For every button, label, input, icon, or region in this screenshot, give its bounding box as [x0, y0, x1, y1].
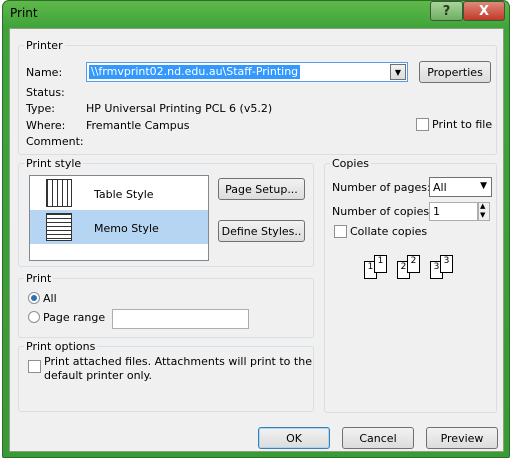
number-of-copies-input[interactable]: 1	[429, 202, 478, 221]
comment-label: Comment:	[26, 135, 84, 148]
number-of-copies-label: Number of copies:	[332, 205, 433, 218]
page-setup-button[interactable]: Page Setup...	[218, 178, 305, 200]
print-to-file-checkbox[interactable]	[416, 118, 429, 131]
collate-page-icon: 2	[407, 255, 420, 273]
page-range-label: Page range	[43, 311, 106, 324]
collate-page-icon: 3	[440, 255, 453, 273]
spin-up-icon[interactable]: ▲	[480, 202, 485, 210]
all-radio[interactable]	[28, 292, 40, 304]
chevron-down-icon[interactable]: ▼	[480, 181, 487, 191]
style-item-table[interactable]: Table Style	[30, 176, 208, 210]
number-of-copies-value: 1	[433, 205, 440, 218]
printer-group-label: Printer	[24, 39, 65, 52]
print-to-file-label: Print to file	[432, 118, 493, 131]
memo-style-icon	[46, 213, 72, 241]
table-style-icon	[46, 179, 72, 207]
type-label: Type:	[26, 102, 55, 115]
help-button[interactable]: ?	[430, 1, 463, 21]
number-of-pages-select[interactable]: All ▼	[429, 177, 492, 197]
chevron-down-icon[interactable]: ▼	[390, 64, 406, 80]
preview-button[interactable]: Preview	[426, 427, 498, 449]
status-label: Status:	[26, 86, 65, 99]
dialog-body: Printer Name: \\frmvprint02.nd.edu.au\St…	[9, 28, 504, 452]
type-value: HP Universal Printing PCL 6 (v5.2)	[86, 102, 273, 115]
window-title: Print	[10, 6, 38, 20]
spin-down-icon[interactable]: ▼	[480, 211, 485, 219]
where-value: Fremantle Campus	[86, 119, 190, 132]
collate-copies-checkbox[interactable]	[334, 225, 347, 238]
cancel-button[interactable]: Cancel	[342, 427, 414, 449]
print-attached-label-line1: Print attached files. Attachments will p…	[44, 355, 312, 368]
page-range-input[interactable]	[112, 309, 249, 329]
where-label: Where:	[26, 119, 66, 132]
page-range-radio[interactable]	[28, 311, 40, 323]
printer-select-value: \\frmvprint02.nd.edu.au\Staff-Printing	[89, 65, 301, 79]
copies-group-label: Copies	[330, 157, 371, 170]
all-radio-label: All	[43, 292, 57, 305]
print-style-group-label: Print style	[24, 157, 84, 170]
collate-page-icon: 1	[374, 255, 387, 273]
style-item-label: Memo Style	[94, 222, 159, 235]
ok-button[interactable]: OK	[258, 427, 330, 449]
print-options-group-label: Print options	[24, 340, 98, 353]
printer-select[interactable]: \\frmvprint02.nd.edu.au\Staff-Printing ▼	[86, 62, 408, 82]
print-attached-checkbox[interactable]	[28, 360, 41, 373]
copies-group	[324, 163, 497, 413]
copies-spinner[interactable]: ▲ ▼	[478, 202, 490, 221]
properties-button[interactable]: Properties	[419, 61, 491, 83]
name-label: Name:	[26, 66, 63, 79]
define-styles-button[interactable]: Define Styles..	[218, 220, 305, 242]
print-range-group-label: Print	[24, 272, 54, 285]
number-of-pages-label: Number of pages:	[332, 181, 431, 194]
style-list[interactable]: Table Style Memo Style	[29, 175, 209, 261]
close-button[interactable]: X	[463, 1, 505, 21]
radio-selected-dot	[31, 295, 37, 301]
print-range-group	[18, 278, 314, 338]
print-attached-label-line2: default printer only.	[44, 369, 153, 382]
style-item-label: Table Style	[94, 188, 154, 201]
collate-copies-label: Collate copies	[350, 225, 428, 238]
style-item-memo[interactable]: Memo Style	[30, 210, 208, 244]
number-of-pages-value: All	[433, 181, 447, 194]
